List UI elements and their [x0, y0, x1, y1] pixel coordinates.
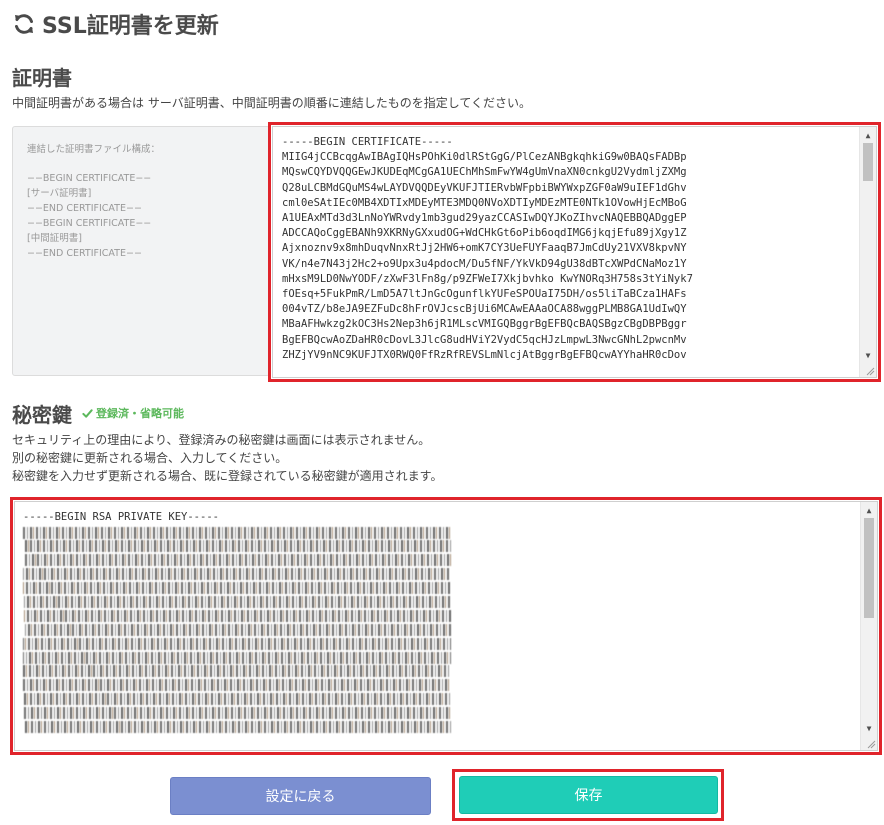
certificate-line: ADCCAQoCggEBANh9XKRNyGXxudOG+WdCHkGt6oPi…: [282, 227, 687, 240]
redacted-key-line: [23, 720, 451, 733]
private-key-description: セキュリティ上の理由により、登録済みの秘密鍵は画面には表示されません。 別の秘密鍵…: [12, 431, 442, 485]
private-key-scrollbar[interactable]: ▲ ▼: [860, 502, 877, 750]
example-line: [サーバ証明書]: [27, 188, 92, 199]
redacted-key-line: [23, 693, 451, 706]
redacted-key-line: [23, 526, 451, 539]
save-button[interactable]: 保存: [459, 776, 718, 814]
redacted-key-line: [23, 595, 451, 608]
redacted-key-line: [23, 651, 451, 664]
scroll-up-icon[interactable]: ▲: [861, 504, 877, 518]
redacted-key-line: [23, 623, 451, 636]
redacted-key-line: [23, 707, 451, 720]
redacted-key-line: [23, 609, 451, 622]
resize-grip-icon[interactable]: [866, 739, 876, 749]
example-lines: −−BEGIN CERTIFICATE−− [サーバ証明書] −−END CERTI…: [27, 171, 255, 261]
certificate-line: ZHZjYV9nNC9KUFJTX0RWQ0FfRzRfREVSLmNlcjAt…: [282, 348, 687, 361]
example-line: −−END CERTIFICATE−−: [27, 248, 142, 259]
check-icon: [82, 408, 93, 418]
private-key-section-title: 秘密鍵 登録済・省略可能: [12, 399, 184, 427]
private-key-description-line: 別の秘密鍵に更新される場合、入力してください。: [12, 451, 288, 465]
private-key-description-line: 秘密鍵を入力せず更新される場合、既に登録されている秘密鍵が適用されます。: [12, 469, 443, 483]
private-key-description-line: セキュリティ上の理由により、登録済みの秘密鍵は画面には表示されません。: [12, 433, 431, 447]
redacted-key-line: [23, 665, 451, 678]
private-key-title-text: 秘密鍵: [12, 402, 72, 427]
certificate-line: fOEsq+5FukPmR/LmD5A7ltJnGcOgunflkYUFeSPO…: [282, 288, 687, 301]
refresh-icon: [12, 12, 36, 36]
back-to-settings-button[interactable]: 設定に戻る: [170, 777, 431, 815]
certificate-line: Ajxnoznv9x8mhDuqvNnxRtJj2HW6+omK7CY3UeFU…: [282, 242, 687, 255]
certificate-line: -----BEGIN CERTIFICATE-----: [282, 136, 453, 148]
certificate-line: MQswCQYDVQQGEwJKUDEqMCgGA1UEChMhSmFwYW4g…: [282, 166, 687, 179]
private-key-redacted-content: [23, 526, 851, 733]
certificate-example-box: 連結した証明書ファイル構成： −−BEGIN CERTIFICATE−− [サーバ…: [12, 126, 270, 376]
certificate-line: mHxsM9LD0NwYODF/zXwF3lFn8g/p9ZFWeI7Xkjbv…: [282, 272, 693, 285]
example-title: 連結した証明書ファイル構成：: [27, 144, 161, 155]
certificate-line: BgEFBQcwAoZDaHR0cDovL3JlcG8udHViY2VydC5q…: [282, 333, 687, 346]
certificate-textarea[interactable]: -----BEGIN CERTIFICATE----- MIIG4jCCBcqgA…: [272, 126, 877, 378]
certificate-line: A1UEAxMTd3d3LnNoYWRvdy1mb3gud29yazCCASIw…: [282, 212, 687, 225]
private-key-textarea[interactable]: -----BEGIN RSA PRIVATE KEY----- ▲ ▼: [14, 501, 878, 751]
certificate-description: 中間証明書がある場合は サーバ証明書、中間証明書の順番に連結したものを指定してく…: [12, 96, 531, 110]
redacted-key-line: [23, 679, 451, 692]
certificate-scrollbar[interactable]: ▲ ▼: [859, 127, 876, 377]
resize-grip-icon[interactable]: [865, 366, 875, 376]
example-line: [中間証明書]: [27, 233, 82, 244]
status-badge: 登録済・省略可能: [82, 405, 184, 421]
redacted-key-line: [23, 540, 451, 553]
scroll-thumb[interactable]: [863, 143, 873, 181]
certificate-line: MIIG4jCCBcqgAwIBAgIQHsPOhKi0dlRStGgG/PlC…: [282, 151, 687, 164]
redacted-key-line: [23, 554, 451, 567]
certificate-text: -----BEGIN CERTIFICATE----- MIIG4jCCBcqgA…: [282, 135, 850, 363]
certificate-line: VK/n4e7N43j2Hc2+o9Upx3u4pdocM/Du5fNF/YkV…: [282, 257, 687, 270]
scroll-down-icon[interactable]: ▼: [860, 349, 876, 363]
scroll-thumb[interactable]: [864, 518, 874, 618]
page-title: SSL証明書を更新: [12, 8, 219, 40]
redacted-key-line: [23, 582, 451, 595]
certificate-line: MBaAFHwkzg2kOC3Hs2Nep3h6jR1MLscVMIGQBggr…: [282, 318, 687, 331]
badge-text: 登録済・省略可能: [96, 407, 184, 420]
redacted-key-line: [23, 637, 451, 650]
example-line: −−BEGIN CERTIFICATE−−: [27, 218, 152, 229]
scroll-down-icon[interactable]: ▼: [861, 722, 877, 736]
redacted-key-line: [23, 568, 451, 581]
certificate-line: cml0eSAtIEc0MB4XDTIxMDEyMTE3MDQ0NVoXDTIy…: [282, 196, 687, 209]
page-title-text: SSL証明書を更新: [42, 14, 219, 39]
certificate-line: 004vTZ/b8eJA9EZFuDc8hFrOVJcscBjUi6MCAwEA…: [282, 303, 687, 316]
example-line: −−END CERTIFICATE−−: [27, 203, 142, 214]
certificate-title-text: 証明書: [12, 65, 72, 90]
private-key-header: -----BEGIN RSA PRIVATE KEY-----: [23, 511, 219, 523]
certificate-line: Q28uLCBMdGQuMS4wLAYDVQQDEyVKUFJTIERvbWFp…: [282, 181, 687, 194]
certificate-section-title: 証明書: [12, 62, 72, 90]
example-line: −−BEGIN CERTIFICATE−−: [27, 173, 152, 184]
scroll-up-icon[interactable]: ▲: [860, 129, 876, 143]
